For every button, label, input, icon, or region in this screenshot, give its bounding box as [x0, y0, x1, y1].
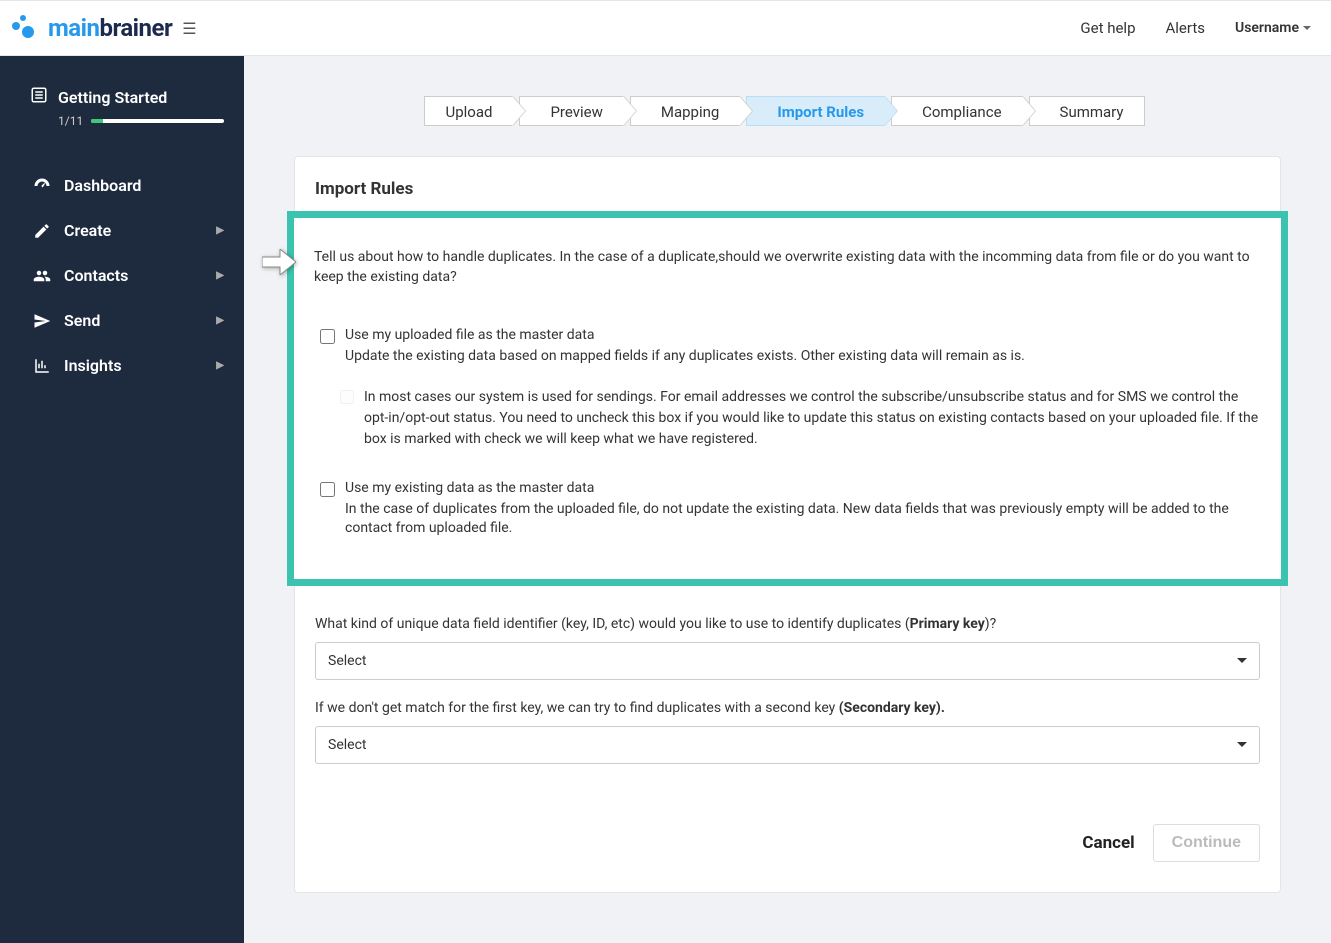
select-value: Select [328, 737, 366, 753]
sidebar-item-label: Send [64, 311, 100, 330]
caret-down-icon [1237, 742, 1247, 747]
chevron-right-icon: ▶ [216, 315, 224, 326]
sub-option-keep-status: In most cases our system is used for sen… [314, 387, 1261, 450]
wizard-step-summary[interactable]: Summary [1029, 96, 1145, 126]
getting-started-count: 1/11 [58, 114, 83, 128]
option-label: Use my uploaded file as the master data [345, 327, 1261, 343]
sidebar-item-label: Insights [64, 356, 122, 375]
sidebar: Getting Started 1/11 Dashboard Create ▶ [0, 56, 244, 943]
checkbox-existing-master[interactable] [320, 482, 335, 497]
option-description: Update the existing data based on mapped… [345, 347, 1261, 367]
option-uploaded-master: Use my uploaded file as the master data … [314, 327, 1261, 367]
checkbox-keep-status[interactable] [340, 390, 354, 404]
secondary-key-select[interactable]: Select [315, 726, 1260, 764]
panel-title: Import Rules [295, 157, 1280, 211]
topbar: mainbrainer ☰ Get help Alerts Username [0, 0, 1331, 56]
username-label: Username [1235, 20, 1299, 36]
select-value: Select [328, 653, 366, 669]
sidebar-item-insights[interactable]: Insights ▶ [0, 343, 244, 388]
wizard-step-upload[interactable]: Upload [424, 96, 513, 126]
sidebar-getting-started[interactable]: Getting Started 1/11 [0, 86, 244, 128]
cancel-button[interactable]: Cancel [1082, 833, 1134, 853]
sidebar-item-send[interactable]: Send ▶ [0, 298, 244, 343]
people-icon [30, 267, 54, 285]
wizard-step-import-rules[interactable]: Import Rules [746, 96, 885, 126]
sidebar-item-dashboard[interactable]: Dashboard [0, 163, 244, 208]
main-content: Upload Preview Mapping Import Rules Comp… [244, 56, 1331, 943]
intro-text: Tell us about how to handle duplicates. … [314, 248, 1261, 287]
get-help-link[interactable]: Get help [1080, 19, 1135, 37]
step-wizard: Upload Preview Mapping Import Rules Comp… [244, 56, 1331, 156]
sidebar-item-label: Create [64, 221, 111, 240]
option-existing-master: Use my existing data as the master data … [314, 480, 1261, 539]
import-rules-panel: Import Rules Tell us about how to handle… [294, 156, 1281, 893]
progress-bar [91, 119, 224, 123]
chevron-right-icon: ▶ [216, 225, 224, 236]
send-icon [30, 312, 54, 330]
secondary-key-label: If we don't get match for the first key,… [315, 700, 1260, 716]
sub-option-text: In most cases our system is used for sen… [364, 387, 1261, 450]
chevron-right-icon: ▶ [216, 270, 224, 281]
logo[interactable]: mainbrainer [10, 13, 172, 43]
chart-icon [30, 357, 54, 375]
dashboard-icon [30, 177, 54, 195]
checkbox-uploaded-master[interactable] [320, 329, 335, 344]
callout-arrow-icon [262, 249, 296, 279]
option-label: Use my existing data as the master data [345, 480, 1261, 496]
wizard-step-preview[interactable]: Preview [519, 96, 623, 126]
primary-key-select[interactable]: Select [315, 642, 1260, 680]
username-menu[interactable]: Username [1235, 20, 1311, 36]
getting-started-title: Getting Started [58, 88, 167, 107]
chevron-right-icon: ▶ [216, 360, 224, 371]
wizard-step-mapping[interactable]: Mapping [630, 96, 740, 126]
chevron-down-icon [1303, 26, 1311, 30]
highlighted-section: Tell us about how to handle duplicates. … [287, 211, 1288, 586]
sidebar-item-label: Contacts [64, 266, 128, 285]
sidebar-item-label: Dashboard [64, 176, 141, 195]
primary-key-label: What kind of unique data field identifie… [315, 616, 1260, 632]
wizard-step-compliance[interactable]: Compliance [891, 96, 1022, 126]
sidebar-item-contacts[interactable]: Contacts ▶ [0, 253, 244, 298]
option-description: In the case of duplicates from the uploa… [345, 500, 1261, 539]
continue-button[interactable]: Continue [1153, 824, 1260, 862]
sidebar-item-create[interactable]: Create ▶ [0, 208, 244, 253]
logo-text: mainbrainer [48, 14, 172, 42]
checklist-icon [30, 86, 48, 108]
logo-icon [10, 13, 40, 43]
alerts-link[interactable]: Alerts [1166, 19, 1206, 37]
caret-down-icon [1237, 658, 1247, 663]
pencil-icon [30, 222, 54, 240]
menu-toggle-icon[interactable]: ☰ [182, 19, 196, 38]
